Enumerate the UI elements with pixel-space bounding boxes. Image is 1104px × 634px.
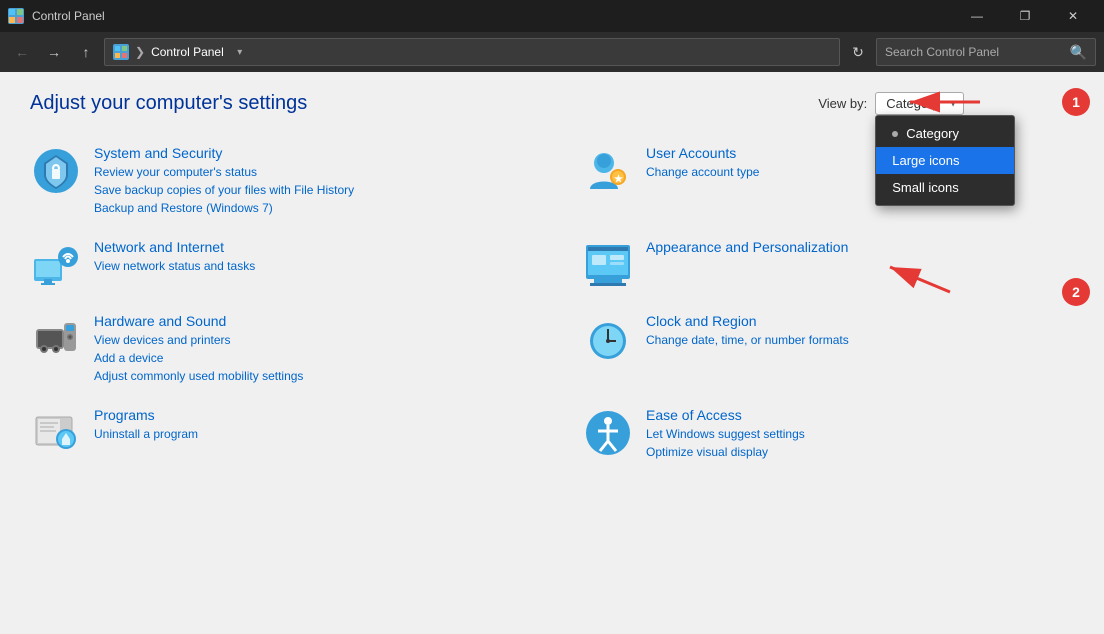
dropdown-item-category[interactable]: Category — [876, 120, 1014, 147]
system-security-title[interactable]: System and Security — [94, 145, 522, 161]
clock-region-text: Clock and Region Change date, time, or n… — [646, 313, 1074, 349]
user-accounts-icon: ★ — [582, 145, 634, 197]
titlebar: Control Panel — ❐ ✕ — [0, 0, 1104, 32]
refresh-button[interactable]: ↻ — [844, 38, 872, 66]
hardware-sound-link-1[interactable]: View devices and printers — [94, 331, 522, 349]
appearance-icon — [582, 239, 634, 291]
system-security-text: System and Security Review your computer… — [94, 145, 522, 217]
view-by-menu: Category Large icons Small icons — [875, 115, 1015, 206]
system-security-icon — [30, 145, 82, 197]
clock-region-title[interactable]: Clock and Region — [646, 313, 1074, 329]
system-security-link-3[interactable]: Backup and Restore (Windows 7) — [94, 199, 522, 217]
addressbar: ← → ↑ ❯ Control Panel ▾ ↻ Search Control… — [0, 32, 1104, 72]
hardware-sound-link-3[interactable]: Adjust commonly used mobility settings — [94, 367, 522, 385]
hardware-sound-link-2[interactable]: Add a device — [94, 349, 522, 367]
search-field[interactable]: Search Control Panel 🔍 — [876, 38, 1096, 66]
programs-text: Programs Uninstall a program — [94, 407, 522, 443]
view-by-button[interactable]: Category — [875, 92, 964, 115]
main-content: Adjust your computer's settings View by:… — [0, 72, 1104, 634]
window-title: Control Panel — [32, 9, 105, 23]
ease-of-access-link-2[interactable]: Optimize visual display — [646, 443, 1074, 461]
close-button[interactable]: ✕ — [1050, 0, 1096, 32]
category-hardware-sound: Hardware and Sound View devices and prin… — [30, 307, 522, 391]
network-internet-text: Network and Internet View network status… — [94, 239, 522, 275]
programs-link-1[interactable]: Uninstall a program — [94, 425, 522, 443]
appearance-title[interactable]: Appearance and Personalization — [646, 239, 1074, 255]
breadcrumb-dropdown[interactable]: ▾ — [230, 38, 250, 66]
back-button[interactable]: ← — [8, 38, 36, 66]
appearance-text: Appearance and Personalization — [646, 239, 1074, 257]
ease-of-access-text: Ease of Access Let Windows suggest setti… — [646, 407, 1074, 461]
network-internet-title[interactable]: Network and Internet — [94, 239, 522, 255]
hardware-sound-icon — [30, 313, 82, 365]
restore-button[interactable]: ❐ — [1002, 0, 1048, 32]
programs-title[interactable]: Programs — [94, 407, 522, 423]
annotation-1: 1 — [1062, 88, 1090, 116]
dropdown-item-large-icons[interactable]: Large icons — [876, 147, 1014, 174]
app-icon — [8, 8, 24, 24]
search-placeholder: Search Control Panel — [885, 45, 999, 59]
svg-text:★: ★ — [614, 174, 623, 185]
viewby-label: View by: — [818, 96, 867, 111]
clock-region-link-1[interactable]: Change date, time, or number formats — [646, 331, 1074, 349]
dropdown-item-label: Large icons — [892, 153, 959, 168]
programs-icon — [30, 407, 82, 459]
search-icon: 🔍 — [1070, 44, 1087, 61]
ease-of-access-icon — [582, 407, 634, 459]
view-by-dropdown: Category Category Large icons Small icon… — [875, 92, 964, 115]
hardware-sound-title[interactable]: Hardware and Sound — [94, 313, 522, 329]
dropdown-item-label: Category — [906, 126, 959, 141]
titlebar-left: Control Panel — [8, 8, 105, 24]
category-clock-region: Clock and Region Change date, time, or n… — [582, 307, 1074, 391]
system-security-link-1[interactable]: Review your computer's status — [94, 163, 522, 181]
clock-region-icon — [582, 313, 634, 365]
window-controls: — ❐ ✕ — [954, 0, 1096, 32]
network-internet-link-1[interactable]: View network status and tasks — [94, 257, 522, 275]
category-ease-of-access: Ease of Access Let Windows suggest setti… — [582, 401, 1074, 467]
view-by-bar: View by: Category Category Large icons S… — [818, 92, 964, 115]
ease-of-access-title[interactable]: Ease of Access — [646, 407, 1074, 423]
up-button[interactable]: ↑ — [72, 38, 100, 66]
minimize-button[interactable]: — — [954, 0, 1000, 32]
category-appearance: Appearance and Personalization — [582, 233, 1074, 297]
breadcrumb-separator: ❯ — [135, 45, 145, 59]
address-icon — [113, 44, 129, 60]
ease-of-access-link-1[interactable]: Let Windows suggest settings — [646, 425, 1074, 443]
address-field[interactable]: ❯ Control Panel ▾ — [104, 38, 840, 66]
category-network-internet: Network and Internet View network status… — [30, 233, 522, 297]
hardware-sound-text: Hardware and Sound View devices and prin… — [94, 313, 522, 385]
dropdown-item-small-icons[interactable]: Small icons — [876, 174, 1014, 201]
dropdown-item-label: Small icons — [892, 180, 958, 195]
breadcrumb-label: Control Panel — [151, 45, 224, 59]
category-programs: Programs Uninstall a program — [30, 401, 522, 467]
forward-button[interactable]: → — [40, 38, 68, 66]
dot-icon — [892, 131, 898, 137]
annotation-2: 2 — [1062, 278, 1090, 306]
system-security-link-2[interactable]: Save backup copies of your files with Fi… — [94, 181, 522, 199]
network-internet-icon — [30, 239, 82, 291]
category-system-security: System and Security Review your computer… — [30, 139, 522, 223]
